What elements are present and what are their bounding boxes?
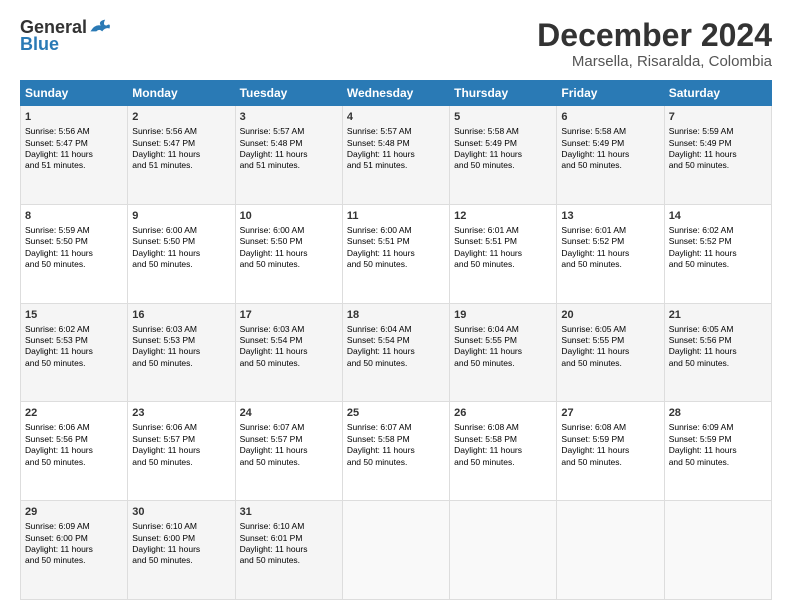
col-sunday: Sunday [21,81,128,106]
table-row: 13Sunrise: 6:01 AMSunset: 5:52 PMDayligh… [557,204,664,303]
table-row: 2Sunrise: 5:56 AMSunset: 5:47 PMDaylight… [128,106,235,205]
table-row: 28Sunrise: 6:09 AMSunset: 5:59 PMDayligh… [664,402,771,501]
table-row: 5Sunrise: 5:58 AMSunset: 5:49 PMDaylight… [450,106,557,205]
day-number: 31 [240,505,338,520]
table-row: 11Sunrise: 6:00 AMSunset: 5:51 PMDayligh… [342,204,449,303]
table-row [342,501,449,600]
table-row: 18Sunrise: 6:04 AMSunset: 5:54 PMDayligh… [342,303,449,402]
table-row: 29Sunrise: 6:09 AMSunset: 6:00 PMDayligh… [21,501,128,600]
table-row: 6Sunrise: 5:58 AMSunset: 5:49 PMDaylight… [557,106,664,205]
day-number: 29 [25,505,123,520]
calendar-week-row: 29Sunrise: 6:09 AMSunset: 6:00 PMDayligh… [21,501,772,600]
page: General Blue December 2024 Marsella, Ris… [0,0,792,612]
day-number: 17 [240,308,338,323]
day-number: 10 [240,209,338,224]
day-number: 27 [561,406,659,421]
table-row: 20Sunrise: 6:05 AMSunset: 5:55 PMDayligh… [557,303,664,402]
day-number: 22 [25,406,123,421]
calendar-header-row: Sunday Monday Tuesday Wednesday Thursday… [21,81,772,106]
day-number: 8 [25,209,123,224]
table-row: 21Sunrise: 6:05 AMSunset: 5:56 PMDayligh… [664,303,771,402]
day-number: 15 [25,308,123,323]
day-number: 3 [240,110,338,125]
day-number: 11 [347,209,445,224]
table-row: 10Sunrise: 6:00 AMSunset: 5:50 PMDayligh… [235,204,342,303]
day-number: 6 [561,110,659,125]
title-block: December 2024 Marsella, Risaralda, Colom… [537,18,772,70]
table-row: 31Sunrise: 6:10 AMSunset: 6:01 PMDayligh… [235,501,342,600]
day-number: 26 [454,406,552,421]
day-number: 24 [240,406,338,421]
calendar-week-row: 22Sunrise: 6:06 AMSunset: 5:56 PMDayligh… [21,402,772,501]
table-row: 19Sunrise: 6:04 AMSunset: 5:55 PMDayligh… [450,303,557,402]
day-number: 5 [454,110,552,125]
table-row: 8Sunrise: 5:59 AMSunset: 5:50 PMDaylight… [21,204,128,303]
calendar-table: Sunday Monday Tuesday Wednesday Thursday… [20,80,772,600]
calendar-week-row: 1Sunrise: 5:56 AMSunset: 5:47 PMDaylight… [21,106,772,205]
col-thursday: Thursday [450,81,557,106]
calendar-title: December 2024 [537,18,772,53]
day-number: 30 [132,505,230,520]
table-row: 27Sunrise: 6:08 AMSunset: 5:59 PMDayligh… [557,402,664,501]
day-number: 7 [669,110,767,125]
logo-blue-text: Blue [20,34,59,55]
day-number: 13 [561,209,659,224]
day-number: 28 [669,406,767,421]
day-number: 2 [132,110,230,125]
table-row [664,501,771,600]
table-row [450,501,557,600]
col-monday: Monday [128,81,235,106]
table-row: 4Sunrise: 5:57 AMSunset: 5:48 PMDaylight… [342,106,449,205]
logo-bird-icon [89,18,111,36]
calendar-week-row: 15Sunrise: 6:02 AMSunset: 5:53 PMDayligh… [21,303,772,402]
day-number: 16 [132,308,230,323]
table-row: 9Sunrise: 6:00 AMSunset: 5:50 PMDaylight… [128,204,235,303]
table-row: 7Sunrise: 5:59 AMSunset: 5:49 PMDaylight… [664,106,771,205]
table-row: 3Sunrise: 5:57 AMSunset: 5:48 PMDaylight… [235,106,342,205]
day-number: 1 [25,110,123,125]
day-number: 23 [132,406,230,421]
logo: General Blue [20,18,111,55]
table-row: 12Sunrise: 6:01 AMSunset: 5:51 PMDayligh… [450,204,557,303]
table-row: 17Sunrise: 6:03 AMSunset: 5:54 PMDayligh… [235,303,342,402]
table-row: 23Sunrise: 6:06 AMSunset: 5:57 PMDayligh… [128,402,235,501]
table-row: 14Sunrise: 6:02 AMSunset: 5:52 PMDayligh… [664,204,771,303]
day-number: 9 [132,209,230,224]
col-tuesday: Tuesday [235,81,342,106]
col-saturday: Saturday [664,81,771,106]
table-row: 25Sunrise: 6:07 AMSunset: 5:58 PMDayligh… [342,402,449,501]
table-row [557,501,664,600]
table-row: 24Sunrise: 6:07 AMSunset: 5:57 PMDayligh… [235,402,342,501]
day-number: 14 [669,209,767,224]
header: General Blue December 2024 Marsella, Ris… [20,18,772,70]
day-number: 18 [347,308,445,323]
col-wednesday: Wednesday [342,81,449,106]
day-number: 12 [454,209,552,224]
table-row: 16Sunrise: 6:03 AMSunset: 5:53 PMDayligh… [128,303,235,402]
day-number: 21 [669,308,767,323]
col-friday: Friday [557,81,664,106]
calendar-week-row: 8Sunrise: 5:59 AMSunset: 5:50 PMDaylight… [21,204,772,303]
day-number: 19 [454,308,552,323]
table-row: 1Sunrise: 5:56 AMSunset: 5:47 PMDaylight… [21,106,128,205]
table-row: 30Sunrise: 6:10 AMSunset: 6:00 PMDayligh… [128,501,235,600]
day-number: 20 [561,308,659,323]
day-number: 25 [347,406,445,421]
day-number: 4 [347,110,445,125]
calendar-subtitle: Marsella, Risaralda, Colombia [537,53,772,70]
table-row: 26Sunrise: 6:08 AMSunset: 5:58 PMDayligh… [450,402,557,501]
table-row: 22Sunrise: 6:06 AMSunset: 5:56 PMDayligh… [21,402,128,501]
table-row: 15Sunrise: 6:02 AMSunset: 5:53 PMDayligh… [21,303,128,402]
